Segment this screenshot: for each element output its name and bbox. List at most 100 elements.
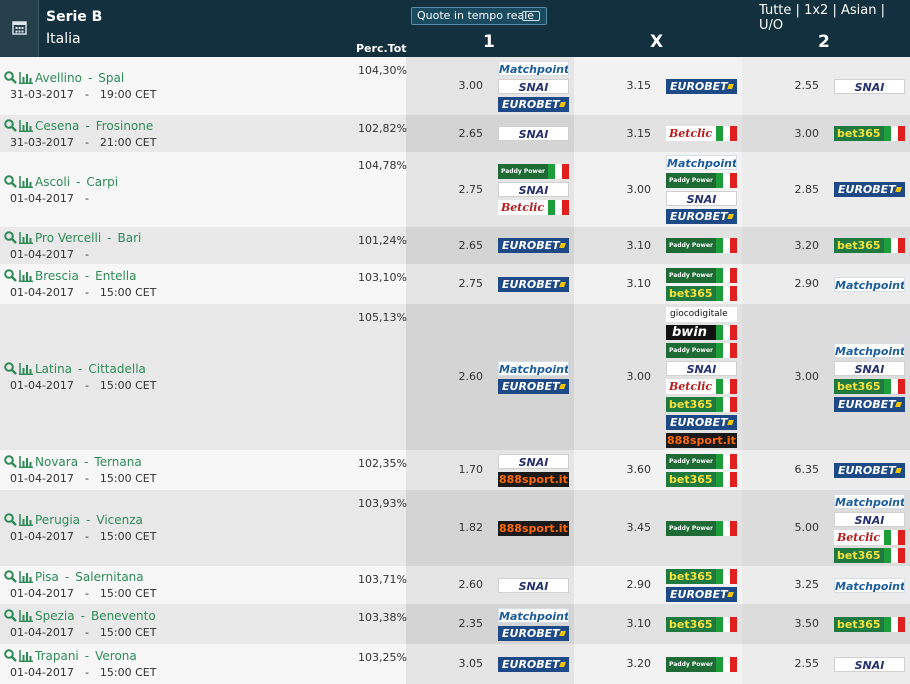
bookmaker-logo-snai[interactable]: SNAI xyxy=(834,512,905,527)
bookmaker-logo-paddy[interactable]: Paddy Power xyxy=(666,521,737,536)
home-team[interactable]: Cesena xyxy=(35,119,79,133)
search-icon[interactable] xyxy=(4,269,17,282)
bookmaker-logo-paddy[interactable]: Paddy Power xyxy=(666,173,737,188)
bookmaker-logo-eurobet[interactable]: EUROBET xyxy=(498,657,569,672)
filter-asian[interactable]: Asian xyxy=(841,3,876,18)
odd-draw[interactable]: 3.45 xyxy=(611,521,652,534)
bookmaker-logo-sport888[interactable]: 888sport.it xyxy=(498,521,569,536)
odd-home[interactable]: 2.60 xyxy=(443,370,484,383)
home-team[interactable]: Pisa xyxy=(35,570,59,584)
odd-draw[interactable]: 3.15 xyxy=(611,79,652,92)
odd-away[interactable]: 6.35 xyxy=(779,463,820,476)
odd-draw[interactable]: 3.10 xyxy=(611,239,652,252)
home-team[interactable]: Brescia xyxy=(35,269,79,283)
odd-draw[interactable]: 2.90 xyxy=(611,578,652,591)
match-row[interactable]: Spezia - Benevento 01-04-2017-15:00 CET 103,… xyxy=(0,604,910,644)
stats-chart-icon[interactable] xyxy=(19,72,33,84)
bookmaker-logo-bet365[interactable]: bet365 xyxy=(666,617,737,632)
bookmaker-logo-bwin[interactable]: bwin xyxy=(666,325,737,340)
bookmaker-logo-bet365[interactable]: bet365 xyxy=(666,286,737,301)
bookmaker-logo-snai[interactable]: SNAI xyxy=(666,361,737,376)
match-row[interactable]: Pro Vercelli - Bari 01-04-2017-101,24% 2.65 E… xyxy=(0,227,910,264)
filter-tutte[interactable]: Tutte xyxy=(759,3,791,18)
bookmaker-logo-eurobet[interactable]: EUROBET xyxy=(498,379,569,394)
stats-chart-icon[interactable] xyxy=(19,610,33,622)
filter-uo[interactable]: U/O xyxy=(759,18,783,33)
odd-home[interactable]: 3.00 xyxy=(443,79,484,92)
bookmaker-logo-eurobet[interactable]: EUROBET xyxy=(834,463,905,478)
match-row[interactable]: Latina - Cittadella 01-04-2017-15:00 CET 105… xyxy=(0,304,910,450)
bookmaker-logo-eurobet[interactable]: EUROBET xyxy=(666,79,737,94)
bookmaker-logo-snai[interactable]: SNAI xyxy=(666,191,737,206)
home-team[interactable]: Novara xyxy=(35,455,78,469)
odd-away[interactable]: 2.85 xyxy=(779,183,820,196)
home-team[interactable]: Ascoli xyxy=(35,175,70,189)
home-team[interactable]: Latina xyxy=(35,362,72,376)
away-team[interactable]: Benevento xyxy=(91,609,156,623)
match-row[interactable]: Novara - Ternana 01-04-2017-15:00 CET 102,35… xyxy=(0,450,910,490)
away-team[interactable]: Verona xyxy=(95,649,137,663)
odd-draw[interactable]: 3.20 xyxy=(611,657,652,670)
bookmaker-logo-paddy[interactable]: Paddy Power xyxy=(666,238,737,253)
match-row[interactable]: Trapani - Verona 01-04-2017-15:00 CET 103,25… xyxy=(0,644,910,684)
bookmaker-logo-paddy[interactable]: Paddy Power xyxy=(666,343,737,358)
filter-1x2[interactable]: 1x2 xyxy=(804,3,828,18)
toggle-switch-icon[interactable] xyxy=(522,11,540,21)
bookmaker-logo-snai[interactable]: SNAI xyxy=(834,657,905,672)
bookmaker-logo-snai[interactable]: SNAI xyxy=(498,182,569,197)
bookmaker-logo-sport888[interactable]: 888sport.it xyxy=(666,433,737,448)
stats-chart-icon[interactable] xyxy=(19,363,33,375)
odd-away[interactable]: 5.00 xyxy=(779,521,820,534)
bookmaker-logo-matchpoint[interactable]: Matchpoint xyxy=(834,494,905,509)
odd-draw[interactable]: 3.10 xyxy=(611,277,652,290)
odd-away[interactable]: 2.55 xyxy=(779,657,820,670)
stats-chart-icon[interactable] xyxy=(19,175,33,188)
odd-draw[interactable]: 3.00 xyxy=(611,370,652,383)
odd-draw[interactable]: 3.60 xyxy=(611,463,652,476)
bookmaker-logo-bet365[interactable]: bet365 xyxy=(666,569,737,584)
match-row[interactable]: Cesena - Frosinone 31-03-2017-21:00 CET 102,… xyxy=(0,115,910,152)
search-icon[interactable] xyxy=(4,570,17,583)
away-team[interactable]: Bari xyxy=(118,231,142,245)
bookmaker-logo-matchpoint[interactable]: Matchpoint xyxy=(498,608,569,623)
stats-chart-icon[interactable] xyxy=(19,270,33,282)
odd-home[interactable]: 1.70 xyxy=(443,463,484,476)
search-icon[interactable] xyxy=(4,71,17,84)
bookmaker-logo-snai[interactable]: SNAI xyxy=(498,578,569,593)
search-icon[interactable] xyxy=(4,649,17,662)
odd-draw[interactable]: 3.10 xyxy=(611,617,652,630)
bookmaker-logo-snai[interactable]: SNAI xyxy=(498,126,569,141)
bookmaker-logo-eurobet[interactable]: EUROBET xyxy=(498,626,569,641)
bookmaker-logo-bet365[interactable]: bet365 xyxy=(834,548,905,563)
search-icon[interactable] xyxy=(4,118,17,132)
odd-away[interactable]: 2.55 xyxy=(779,79,820,92)
match-row[interactable]: Pisa - Salernitana 01-04-2017-15:00 CET 103,… xyxy=(0,566,910,604)
match-row[interactable]: Perugia - Vicenza 01-04-2017-15:00 CET 103,9… xyxy=(0,490,910,566)
bookmaker-logo-betclic[interactable]: Betclic xyxy=(498,200,569,215)
bookmaker-logo-matchpoint[interactable]: Matchpoint xyxy=(834,343,905,358)
bookmaker-logo-eurobet[interactable]: EUROBET xyxy=(834,397,905,412)
search-icon[interactable] xyxy=(4,230,17,244)
stats-chart-icon[interactable] xyxy=(19,119,33,132)
away-team[interactable]: Carpi xyxy=(86,175,118,189)
odd-home[interactable]: 2.60 xyxy=(443,578,484,591)
stats-chart-icon[interactable] xyxy=(19,514,33,526)
bookmaker-logo-betclic[interactable]: Betclic xyxy=(666,126,737,141)
stats-chart-icon[interactable] xyxy=(19,231,33,244)
bookmaker-logo-bet365[interactable]: bet365 xyxy=(834,617,905,632)
bookmaker-logo-bet365[interactable]: bet365 xyxy=(666,472,737,487)
match-row[interactable]: Avellino - Spal 31-03-2017-19:00 CET 104,30%… xyxy=(0,57,910,115)
bookmaker-logo-bet365[interactable]: bet365 xyxy=(834,379,905,394)
bookmaker-logo-bet365[interactable]: bet365 xyxy=(834,238,905,253)
bookmaker-logo-snai[interactable]: SNAI xyxy=(498,454,569,469)
search-icon[interactable] xyxy=(4,513,17,526)
search-icon[interactable] xyxy=(4,174,17,188)
bookmaker-logo-matchpoint[interactable]: Matchpoint xyxy=(498,61,569,76)
bookmaker-logo-betclic[interactable]: Betclic xyxy=(666,379,737,394)
away-team[interactable]: Entella xyxy=(95,269,136,283)
bookmaker-logo-paddy[interactable]: Paddy Power xyxy=(666,268,737,283)
bookmaker-logo-matchpoint[interactable]: Matchpoint xyxy=(834,578,905,593)
bookmaker-logo-eurobet[interactable]: EUROBET xyxy=(834,182,905,197)
odd-draw[interactable]: 3.00 xyxy=(611,183,652,196)
odd-draw[interactable]: 3.15 xyxy=(611,127,652,140)
